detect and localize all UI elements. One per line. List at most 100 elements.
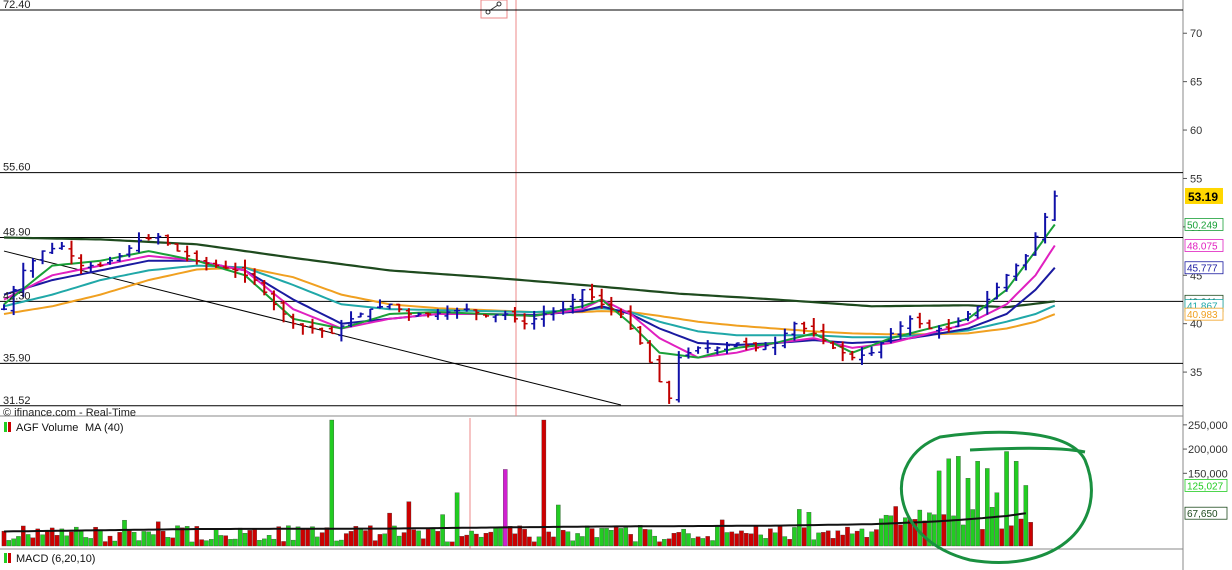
volume-bar (536, 536, 542, 547)
volume-tick-1: 200,000 (1188, 444, 1228, 456)
volume-bar (666, 538, 672, 547)
ma-line-2 (3, 259, 1056, 347)
volume-bar (271, 538, 277, 547)
volume-bar (613, 526, 619, 547)
volume-bar (570, 540, 576, 547)
volume-bar (396, 535, 402, 547)
volume-axis: 250,000 200,000 150,000125,027 67,650 (1183, 420, 1228, 520)
volume-bar (816, 532, 821, 547)
volume-bar (821, 532, 826, 547)
price-tick-5: 60 (1190, 125, 1202, 137)
volume-bar (700, 538, 706, 547)
volume-bar (199, 539, 204, 547)
price-level-labels: 72.40 55.60 48.90 42.30 35.90 31.52 (3, 0, 31, 407)
volume-bar (377, 534, 383, 547)
price-tick-0: 35 (1190, 367, 1202, 379)
volume-bar (305, 528, 310, 547)
volume-bar (324, 527, 330, 547)
volume-bar (580, 536, 585, 547)
volume-bar (787, 539, 792, 547)
volume-bar (45, 530, 50, 547)
volume-bar (546, 531, 551, 547)
level-label-5: 31.52 (3, 395, 31, 407)
volume-bar (54, 535, 60, 547)
volume-bar (531, 541, 537, 547)
volume-bar (744, 533, 749, 547)
volume-bar (155, 521, 161, 547)
volume-bar (401, 532, 407, 547)
volume-bar (464, 534, 469, 547)
volume-bar (228, 539, 233, 547)
volume-bar (363, 530, 368, 547)
volume-bar (715, 526, 720, 547)
volume-bar (30, 537, 36, 547)
volume-bar (478, 536, 484, 547)
volume-bar (806, 512, 812, 547)
volume-legend: AGF Volume MA (40) (4, 422, 124, 434)
volume-bar (551, 536, 556, 547)
volume-bar (507, 526, 513, 547)
volume-bar (334, 540, 339, 547)
volume-bar (493, 526, 498, 547)
volume-bar (11, 538, 16, 547)
level-label-2: 48.90 (3, 227, 31, 239)
price-tick-6: 65 (1190, 77, 1202, 89)
macd-label: MACD (6,20,10) (16, 553, 95, 565)
volume-bar (801, 527, 807, 547)
volume-bar (151, 534, 156, 547)
volume-bar (218, 535, 224, 547)
volume-legend-ma: MA (40) (85, 422, 124, 434)
volume-bar (811, 539, 817, 547)
volume-tick-0: 250,000 (1188, 420, 1228, 432)
volume-bar (691, 538, 696, 547)
drawing-tool-icon[interactable] (480, 0, 508, 19)
volume-bar (970, 509, 976, 547)
volume-bar (854, 530, 860, 547)
volume-bar (213, 528, 219, 547)
volume-bar (237, 527, 243, 547)
volume-bar (372, 540, 378, 547)
volume-bar (575, 533, 580, 547)
volume-bar (189, 541, 195, 547)
volume-bar (956, 456, 961, 547)
volume-bar (946, 458, 951, 547)
volume-bar (1028, 522, 1033, 547)
level-label-3: 42.30 (3, 290, 31, 302)
volume-bar (695, 536, 701, 547)
volume-bar (329, 419, 335, 547)
volume-bar (180, 527, 185, 547)
volume-bar (869, 531, 874, 547)
volume-value-label-0: 125,027 (1187, 481, 1224, 492)
volume-bar (676, 532, 682, 547)
volume-bar (1023, 485, 1029, 547)
volume-bar (782, 536, 788, 547)
volume-bar (1004, 451, 1009, 547)
volume-bar (888, 515, 894, 547)
volume-bar (474, 533, 479, 547)
level-label-1: 55.60 (3, 162, 31, 174)
volume-bar (681, 528, 686, 547)
volume-bar (527, 536, 532, 547)
volume-bar (136, 540, 142, 547)
volume-bar (724, 532, 730, 547)
volume-bar (556, 504, 561, 547)
volume-bar (893, 506, 898, 547)
volume-bar (242, 533, 248, 547)
volume-bar (117, 532, 122, 547)
volume-bar (758, 534, 763, 547)
volume-bar (975, 461, 980, 547)
volume-bar (618, 528, 624, 547)
volume-bar (483, 533, 489, 547)
volume-bar (98, 530, 103, 547)
volume-bar (88, 538, 94, 547)
volume-bar (122, 519, 127, 547)
volume-bar (141, 531, 147, 547)
volume-bar (797, 509, 802, 547)
volume-bar (1009, 525, 1014, 547)
volume-bar (705, 536, 710, 547)
ma-line-0 (3, 223, 1056, 359)
level-label-4: 35.90 (3, 352, 31, 364)
volume-bar (589, 528, 595, 547)
volume-bar (223, 535, 228, 547)
volume-bar (763, 538, 768, 547)
